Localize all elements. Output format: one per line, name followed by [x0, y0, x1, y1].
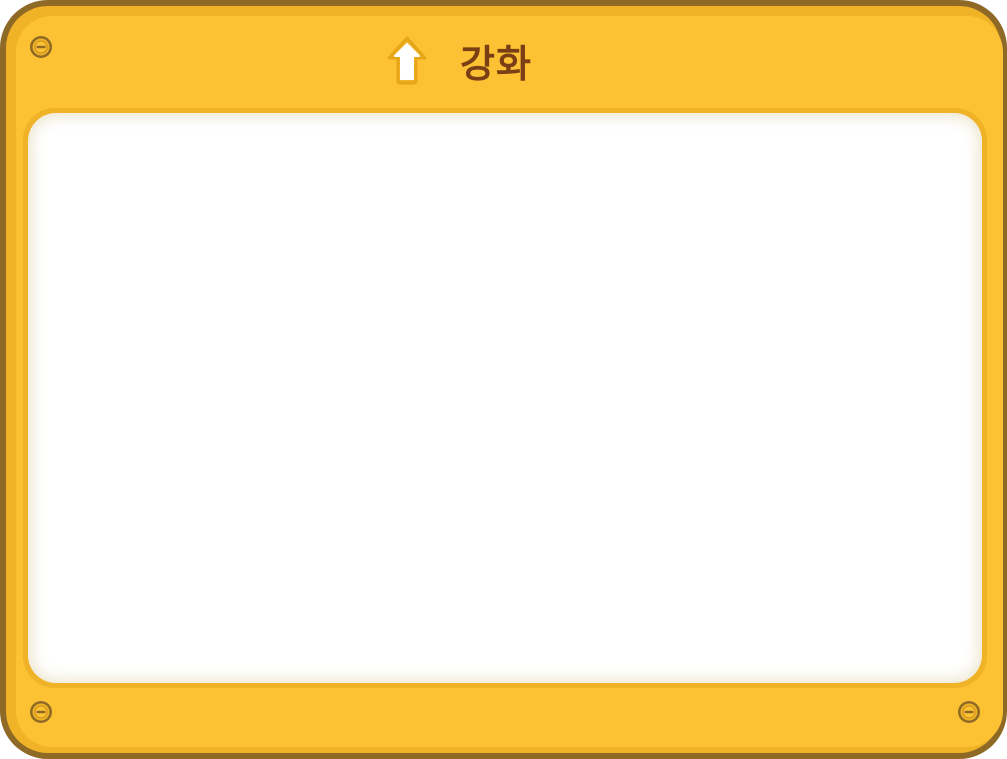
screw-icon [957, 700, 981, 724]
screw-icon [29, 700, 53, 724]
window-header: 강화 [386, 32, 532, 88]
window-title: 강화 [460, 41, 532, 86]
content-panel [28, 113, 982, 683]
up-arrow-icon [386, 35, 428, 85]
screw-icon [29, 35, 53, 59]
upgrade-window: 강화 [0, 0, 1007, 759]
